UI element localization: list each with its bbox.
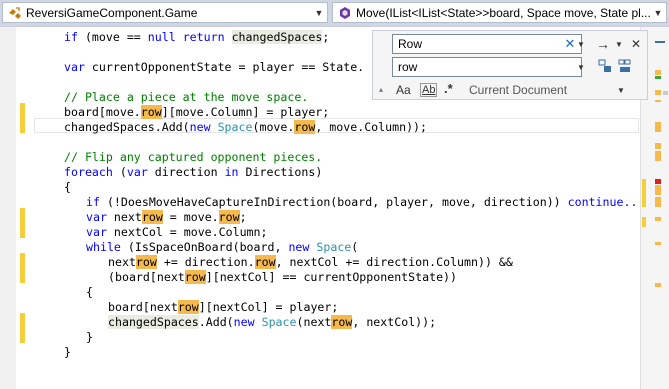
match-marker bbox=[655, 185, 661, 195]
change-bar bbox=[20, 313, 25, 343]
search-history-chevron-icon[interactable]: ▼ bbox=[576, 36, 586, 52]
find-match: row bbox=[294, 120, 316, 134]
change-marker bbox=[642, 217, 646, 227]
find-match: row bbox=[254, 255, 276, 269]
find-match: row bbox=[331, 315, 353, 329]
code-line: } bbox=[64, 345, 71, 359]
member-dropdown-value: Move(IList<IList<State>>board, Space mov… bbox=[356, 5, 651, 20]
change-bar bbox=[20, 103, 25, 133]
collapsed-text-link: continue... bbox=[567, 195, 640, 209]
caret-marker bbox=[655, 179, 661, 184]
replace-input[interactable]: row bbox=[392, 57, 582, 77]
search-scope-dropdown[interactable]: Current Document bbox=[469, 83, 567, 97]
clear-search-icon[interactable]: ✕ bbox=[563, 36, 577, 52]
replace-next-icon[interactable] bbox=[597, 57, 613, 75]
code-line: { bbox=[64, 180, 71, 194]
find-match: row bbox=[177, 300, 199, 314]
find-match: row bbox=[141, 210, 163, 224]
code-line: changedSpaces.Add(new Space(nextrow, nex… bbox=[108, 315, 437, 329]
code-line: board[move.row][move.Column] = player; bbox=[64, 105, 330, 119]
match-marker bbox=[655, 283, 661, 287]
regex-toggle[interactable]: .* bbox=[444, 81, 453, 96]
find-replace-panel: Row ✕ ▼ → ▼ ✕ row ▼ Aa Ab .* Current Doc… bbox=[372, 30, 648, 100]
code-comment: // Flip any captured opponent pieces. bbox=[64, 150, 323, 164]
find-match: row bbox=[140, 105, 162, 119]
code-line: foreach (var direction in Directions) bbox=[64, 165, 323, 179]
method-icon bbox=[340, 6, 350, 19]
code-line: board[nextrow][nextCol] = player; bbox=[108, 300, 339, 314]
code-line: var nextCol = move.Column; bbox=[86, 225, 268, 239]
code-line: changedSpaces.Add(new Space(move.row, mo… bbox=[64, 120, 428, 134]
scope-chevron-icon[interactable]: ▼ bbox=[616, 84, 626, 96]
match-marker bbox=[655, 122, 661, 132]
find-next-icon[interactable]: → bbox=[594, 35, 612, 53]
indicator-margin bbox=[0, 27, 16, 389]
replace-all-icon[interactable] bbox=[617, 57, 633, 75]
match-marker bbox=[655, 151, 661, 161]
chevron-down-icon: ▼ bbox=[650, 3, 666, 22]
search-input[interactable]: Row bbox=[392, 34, 582, 54]
match-marker bbox=[655, 242, 661, 245]
member-dropdown[interactable]: Move(IList<IList<State>>board, Space mov… bbox=[332, 2, 667, 23]
type-dropdown-value: ReversiGameComponent.Game bbox=[26, 5, 198, 20]
class-icon bbox=[9, 6, 21, 19]
match-marker bbox=[655, 143, 661, 149]
match-marker bbox=[655, 70, 661, 75]
collapse-replace-icon[interactable]: ▴ bbox=[376, 83, 386, 95]
find-match: row bbox=[218, 210, 240, 224]
match-marker bbox=[655, 217, 661, 221]
code-comment: // Place a piece at the move space. bbox=[64, 90, 309, 104]
find-options-chevron-icon[interactable]: ▼ bbox=[613, 35, 625, 53]
whole-word-toggle[interactable]: Ab bbox=[420, 83, 438, 97]
code-line: { bbox=[86, 285, 93, 299]
code-line: while (IsSpaceOnBoard(board, new Space( bbox=[86, 240, 359, 254]
match-marker bbox=[655, 100, 661, 102]
navigation-bar: ReversiGameComponent.Game ▼ Move(IList<I… bbox=[0, 0, 669, 26]
change-bar bbox=[20, 253, 25, 283]
code-line: var currentOpponentState = player == Sta… bbox=[64, 60, 365, 74]
code-line: } bbox=[86, 330, 93, 344]
change-marker bbox=[642, 179, 646, 207]
code-line: if (move == null return changedSpaces; bbox=[64, 30, 330, 44]
match-marker bbox=[655, 197, 661, 207]
find-match: row bbox=[184, 270, 206, 284]
change-bar bbox=[20, 208, 25, 238]
code-line: if (!DoesMoveHaveCaptureInDirection(boar… bbox=[86, 195, 640, 210]
match-marker bbox=[655, 76, 661, 79]
scroll-thumb-marker bbox=[655, 41, 665, 43]
code-line: var nextrow = move.row; bbox=[86, 210, 247, 224]
find-match: row bbox=[135, 255, 157, 269]
match-marker bbox=[655, 90, 661, 95]
code-line: nextrow += direction.row, nextCol += dir… bbox=[108, 255, 513, 269]
mark-marker bbox=[663, 91, 668, 95]
match-case-toggle[interactable]: Aa bbox=[396, 83, 411, 97]
chevron-down-icon: ▼ bbox=[311, 3, 327, 22]
code-line: (board[nextrow][nextCol] == currentOppon… bbox=[108, 270, 458, 284]
replace-history-chevron-icon[interactable]: ▼ bbox=[576, 59, 586, 75]
type-dropdown[interactable]: ReversiGameComponent.Game ▼ bbox=[2, 2, 328, 23]
close-find-icon[interactable]: ✕ bbox=[629, 35, 643, 53]
